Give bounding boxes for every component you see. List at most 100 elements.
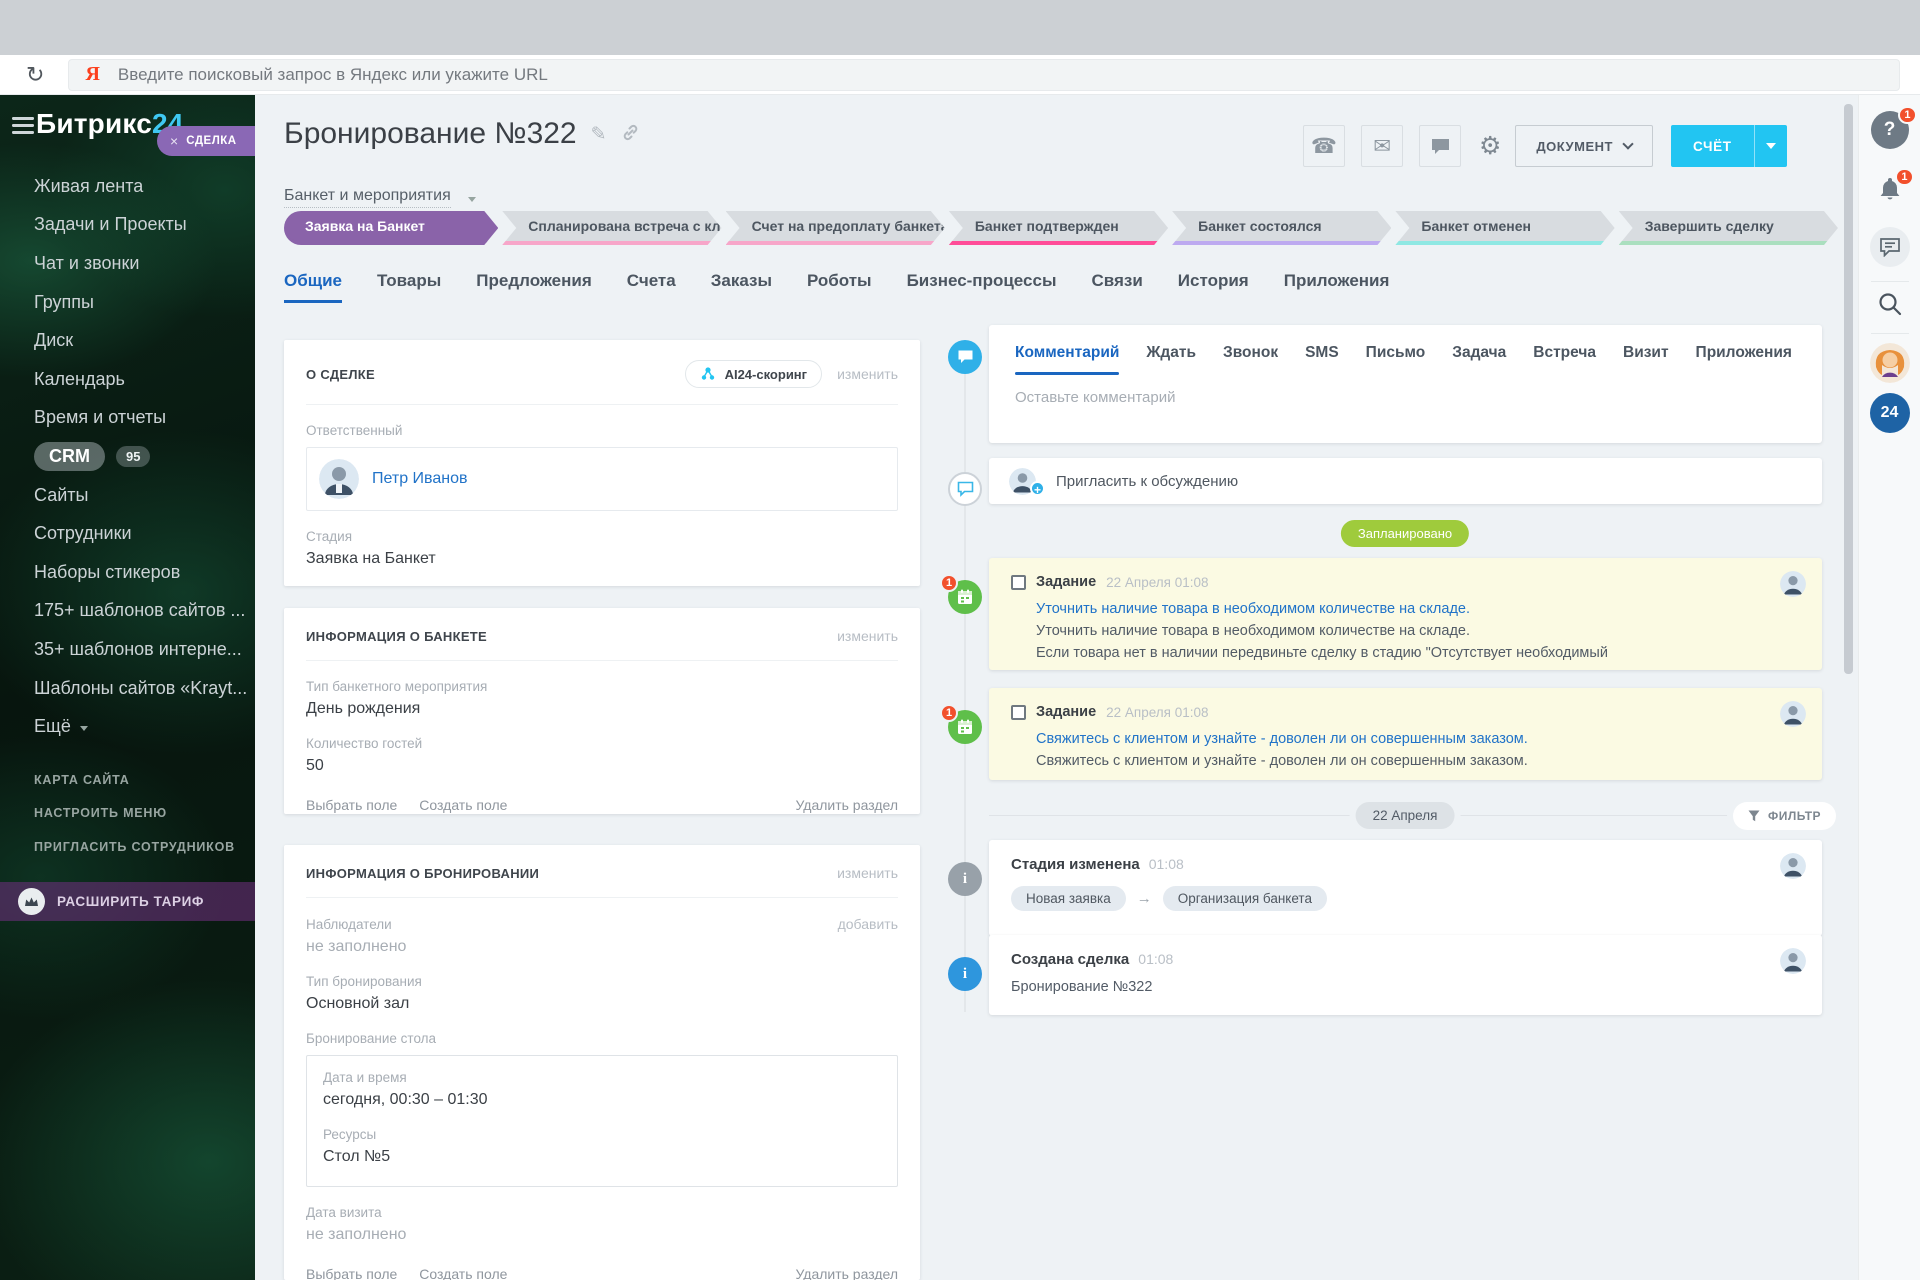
tab-quotes[interactable]: Предложения (476, 271, 592, 303)
task-checkbox[interactable] (1011, 574, 1026, 590)
delete-section-link[interactable]: Удалить раздел (795, 797, 898, 814)
pipeline-selector[interactable]: Банкет и мероприятия (284, 187, 476, 208)
invite-to-discussion[interactable]: + Пригласить к обсуждению (989, 458, 1822, 504)
sidebar-item-calendar[interactable]: Календарь (0, 360, 255, 399)
add-observer-link[interactable]: добавить (838, 916, 898, 932)
refresh-icon[interactable]: ↻ (26, 63, 44, 86)
sidebar-item-krayt-templates[interactable]: Шаблоны сайтов «Krayt... (0, 669, 255, 708)
tab-invoices[interactable]: Счета (627, 271, 676, 303)
task-rail-icon: 1 (940, 704, 982, 744)
tab-general[interactable]: Общие (284, 271, 342, 303)
filter-button[interactable]: ФИЛЬТР (1733, 802, 1837, 830)
configure-menu-link[interactable]: НАСТРОИТЬ МЕНЮ (0, 797, 255, 831)
invite-employees-link[interactable]: ПРИГЛАСИТЬ СОТРУДНИКОВ (0, 830, 255, 864)
entry-text: Бронирование №322 (1011, 979, 1153, 995)
tab-apps[interactable]: Приложения (1284, 271, 1390, 303)
user-avatar[interactable] (1869, 343, 1910, 383)
document-button[interactable]: ДОКУМЕНТ (1515, 125, 1653, 167)
hamburger-menu-icon[interactable] (12, 117, 34, 139)
sidebar-item-stickers[interactable]: Наборы стикеров (0, 553, 255, 592)
tab-business-processes[interactable]: Бизнес-процессы (907, 271, 1057, 303)
edit-section-link[interactable]: изменить (837, 628, 898, 644)
tl-tab-comment[interactable]: Комментарий (1015, 344, 1120, 375)
edit-section-link[interactable]: изменить (837, 366, 898, 382)
notifications-button[interactable]: 1 (1874, 168, 1914, 205)
search-button[interactable] (1877, 291, 1903, 322)
stage-confirmed[interactable]: Банкет подтвержден (949, 211, 1168, 245)
date-divider: 22 Апреля (1355, 802, 1455, 829)
sitemap-link[interactable]: КАРТА САЙТА (0, 763, 255, 797)
tab-links[interactable]: Связи (1091, 271, 1142, 303)
sidebar-item-more[interactable]: Ещё (0, 707, 255, 746)
sidebar-item-tasks[interactable]: Задачи и Проекты (0, 206, 255, 245)
sidebar-item-live-feed[interactable]: Живая лента (0, 167, 255, 206)
scrollbar[interactable] (1844, 104, 1853, 674)
tab-products[interactable]: Товары (377, 271, 441, 303)
invoice-button[interactable]: СЧЁТ (1670, 125, 1787, 167)
tl-tab-task[interactable]: Задача (1452, 344, 1506, 362)
messenger-button[interactable] (1869, 227, 1910, 267)
tl-tab-email[interactable]: Письмо (1366, 344, 1426, 362)
section-title: ИНФОРМАЦИЯ О БАНКЕТЕ (306, 628, 488, 644)
deal-tab-pill[interactable]: × СДЕЛКА (157, 126, 255, 156)
sidebar-item-crm[interactable]: CRM 95 (0, 437, 255, 476)
stage-cancelled[interactable]: Банкет отменен (1395, 211, 1614, 245)
responsible-field[interactable]: Петр Иванов (306, 447, 898, 511)
sidebar-item-site-templates[interactable]: 175+ шаблонов сайтов ... (0, 592, 255, 631)
sidebar-item-shop-templates[interactable]: 35+ шаблонов интерне... (0, 630, 255, 669)
tab-orders[interactable]: Заказы (711, 271, 772, 303)
delete-section-link[interactable]: Удалить раздел (795, 1266, 898, 1280)
sidebar-item-employees[interactable]: Сотрудники (0, 514, 255, 553)
address-bar[interactable]: Я (68, 58, 1900, 91)
pipeline-name: Банкет и мероприятия (284, 187, 451, 208)
comment-input[interactable]: Оставьте комментарий (1015, 389, 1796, 406)
stage-prepayment-invoice[interactable]: Счет на предоплату банкета (726, 211, 945, 245)
stage-meeting-planned[interactable]: Спланирована встреча с кл... (502, 211, 721, 245)
field-label: Ответственный (306, 423, 403, 438)
copy-link-icon[interactable] (621, 123, 640, 146)
tab-history[interactable]: История (1178, 271, 1249, 303)
task-link[interactable]: Свяжитесь с клиентом и узнайте - доволен… (1036, 731, 1800, 747)
stage-took-place[interactable]: Банкет состоялся (1172, 211, 1391, 245)
task-entry[interactable]: Задание 22 Апреля 01:08 Свяжитесь с клие… (989, 688, 1822, 780)
select-field-link[interactable]: Выбрать поле (306, 1266, 397, 1280)
invoice-dropdown[interactable] (1755, 125, 1787, 167)
sidebar-item-groups[interactable]: Группы (0, 283, 255, 322)
edit-title-icon[interactable]: ✎ (591, 125, 607, 144)
tl-tab-apps[interactable]: Приложения (1696, 344, 1792, 362)
call-button[interactable]: ☎ (1303, 125, 1345, 167)
edit-section-link[interactable]: изменить (837, 865, 898, 881)
sidebar-item-drive[interactable]: Диск (0, 321, 255, 360)
tl-tab-call[interactable]: Звонок (1223, 344, 1278, 362)
stage-to-chip: Организация банкета (1162, 886, 1327, 911)
create-field-link[interactable]: Создать поле (419, 1266, 507, 1280)
deal-created-entry: Создана сделка 01:08 Бронирование №322 (989, 935, 1822, 1015)
stage-zayavka[interactable]: Заявка на Банкет (284, 211, 498, 245)
url-input[interactable] (117, 64, 1883, 85)
email-button[interactable]: ✉ (1361, 125, 1403, 167)
tab-robots[interactable]: Роботы (807, 271, 872, 303)
sidebar-item-time-reports[interactable]: Время и отчеты (0, 399, 255, 438)
gear-icon[interactable]: ⚙ (1479, 133, 1501, 159)
stage-close-deal[interactable]: Завершить сделку (1619, 211, 1838, 245)
ai-scoring-chip[interactable]: AI24-скоринг (684, 360, 823, 388)
timeline-rail (964, 340, 966, 1012)
help-button[interactable]: ? 1 (1870, 106, 1917, 149)
field-label: Дата визита (306, 1205, 382, 1220)
tl-tab-sms[interactable]: SMS (1305, 344, 1339, 362)
chat-button[interactable] (1419, 125, 1461, 167)
responsible-name-link[interactable]: Петр Иванов (372, 470, 468, 488)
upgrade-plan-button[interactable]: РАСШИРИТЬ ТАРИФ (0, 882, 255, 921)
task-entry[interactable]: Задание 22 Апреля 01:08 Уточнить наличие… (989, 558, 1822, 670)
bitrix24-badge[interactable]: 24 (1869, 393, 1910, 433)
task-checkbox[interactable] (1011, 704, 1026, 720)
task-link[interactable]: Уточнить наличие товара в необходимом ко… (1036, 601, 1800, 617)
tl-tab-wait[interactable]: Ждать (1146, 344, 1196, 362)
close-icon[interactable]: × (170, 134, 178, 148)
tl-tab-visit[interactable]: Визит (1623, 344, 1669, 362)
select-field-link[interactable]: Выбрать поле (306, 797, 397, 814)
create-field-link[interactable]: Создать поле (419, 797, 507, 814)
tl-tab-meeting[interactable]: Встреча (1533, 344, 1596, 362)
sidebar-item-sites[interactable]: Сайты (0, 476, 255, 515)
sidebar-item-chat[interactable]: Чат и звонки (0, 244, 255, 283)
